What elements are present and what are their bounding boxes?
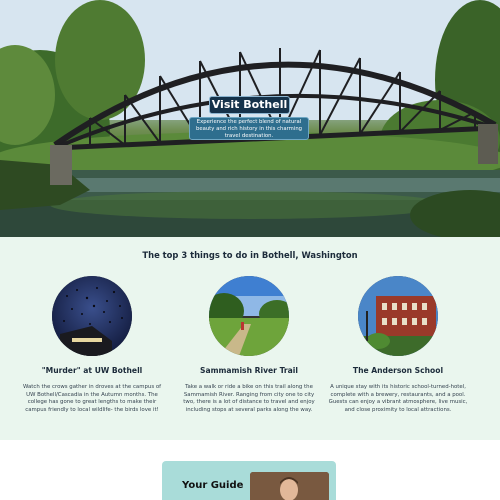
river-trail-photo	[209, 276, 289, 356]
card-description: Watch the crows gather in droves at the …	[22, 384, 162, 413]
card-title: Sammamish River Trail	[200, 366, 298, 375]
crows-photo	[52, 276, 132, 356]
card-description: Take a walk or ride a bike on this trail…	[183, 384, 315, 413]
guide-card: Your Guide	[162, 461, 336, 500]
attraction-card-river-trail: Sammamish River Trail Take a walk or rid…	[174, 276, 324, 414]
hero-banner: Visit Bothell Experience the perfect ble…	[0, 0, 500, 237]
attraction-card-crows: "Murder" at UW Bothell Watch the crows g…	[17, 276, 167, 414]
section-heading: The top 3 things to do in Bothell, Washi…	[142, 250, 358, 260]
things-to-do-section: The top 3 things to do in Bothell, Washi…	[0, 237, 500, 440]
anderson-school-photo	[358, 276, 438, 356]
guide-portrait-photo	[250, 472, 329, 500]
hero-title: Visit Bothell	[209, 96, 290, 114]
attraction-card-anderson-school: The Anderson School A unique stay with i…	[323, 276, 473, 414]
card-title: The Anderson School	[352, 366, 444, 375]
card-description: A unique stay with its historic school-t…	[328, 384, 468, 413]
guide-title: Your Guide	[182, 480, 244, 491]
hero-tagline: Experience the perfect blend of natural …	[189, 117, 309, 140]
card-title: "Murder" at UW Bothell	[41, 366, 143, 375]
